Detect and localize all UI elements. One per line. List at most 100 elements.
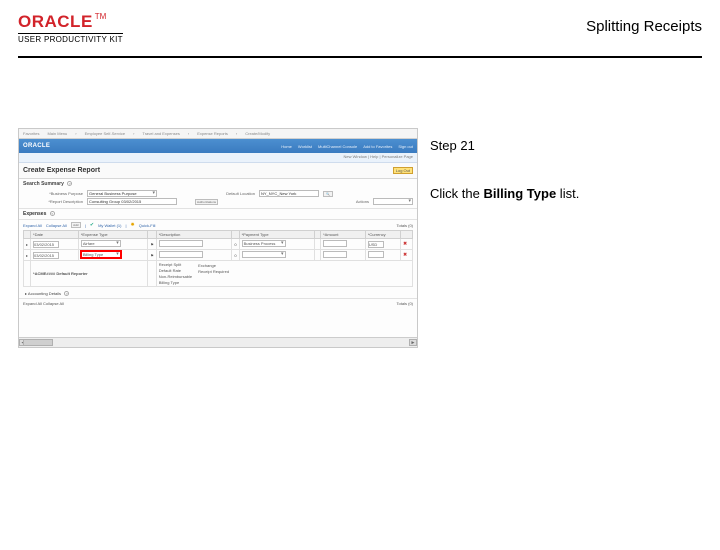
page-title: Splitting Receipts <box>586 18 702 35</box>
wallet-icon: ✔ <box>90 222 94 228</box>
report-description-label: *Report Description <box>23 199 83 204</box>
instruction-prefix: Click the <box>430 186 483 201</box>
side-link[interactable]: Non-Reimbursable <box>159 274 192 279</box>
payment-type-dropdown[interactable]: Business Process <box>242 240 286 247</box>
col-currency: *Currency <box>365 231 400 239</box>
toolbar-link[interactable]: Quick-Fill <box>139 223 156 228</box>
breadcrumb-item[interactable]: Create/Modify <box>245 131 270 136</box>
app-topbar: ORACLE Home Worklist MultiChannel Consol… <box>19 139 417 153</box>
topbar-link[interactable]: Home <box>281 144 292 149</box>
instruction-suffix: list. <box>556 186 579 201</box>
currency-input[interactable] <box>368 251 384 258</box>
breadcrumb-item[interactable]: Employee Self-Service <box>85 131 125 136</box>
footer-totals: Totals (0) <box>397 301 413 306</box>
table-row: ▸ 03/02/2015 Airfare ⚑ 0 Business Proces… <box>24 239 413 250</box>
table-toolbar: Expand All Collapse All Add | ✔ My Walle… <box>23 222 413 228</box>
help-icon[interactable]: ? <box>50 211 55 216</box>
report-description-input[interactable]: Consulting Group 03/02/2015 <box>87 198 177 205</box>
business-purpose-dropdown[interactable]: General Business Purpose <box>87 190 157 197</box>
horizontal-scrollbar[interactable]: ◄ ► <box>19 337 417 347</box>
date-input[interactable]: 03/02/2015 <box>33 241 59 248</box>
currency-input[interactable]: USD <box>368 241 384 248</box>
quickfill-icon: ✹ <box>131 222 135 228</box>
summary-row: *ACME#### Default Reporter Receipt Split… <box>24 261 413 287</box>
authorizations-button[interactable]: Authorizations <box>195 199 218 205</box>
brand-subtitle: USER PRODUCTIVITY KIT <box>18 33 123 44</box>
default-location-input[interactable]: NY_NYC_New York <box>259 190 319 197</box>
expense-type-dropdown[interactable]: Airfare <box>81 240 121 247</box>
side-link[interactable]: Default Rate <box>159 268 192 273</box>
expense-table-wrap: Expand All Collapse All Add | ✔ My Walle… <box>19 220 417 289</box>
delete-row-icon[interactable]: ✖ <box>403 241 407 247</box>
toolbar-link[interactable]: My Wallet (1) <box>98 223 121 228</box>
add-row-button[interactable]: Add <box>71 222 81 228</box>
flag-icon[interactable]: ⚑ <box>148 250 157 261</box>
expense-table: *Date *Expense Type *Description *Paymen… <box>23 230 413 287</box>
instruction-panel: Step 21 Click the Billing Type list. <box>430 128 700 348</box>
col-flag <box>148 231 157 239</box>
description-input[interactable] <box>159 251 203 258</box>
table-header-row: *Date *Expense Type *Description *Paymen… <box>24 231 413 239</box>
topbar-link[interactable]: Worklist <box>298 144 312 149</box>
logout-button[interactable]: Log Out <box>393 167 413 174</box>
col-count <box>232 231 239 239</box>
col-date: *Date <box>31 231 79 239</box>
section-title: Search Summary <box>23 181 64 187</box>
payment-type-dropdown[interactable] <box>242 251 286 258</box>
toolbar-link[interactable]: Collapse All <box>46 223 67 228</box>
side-link[interactable]: Receipt Required <box>198 269 229 274</box>
scroll-right-icon[interactable]: ► <box>409 339 417 346</box>
section-footer: Expand All Collapse All Totals (0) <box>19 298 417 308</box>
breadcrumb-item[interactable]: Main Menu <box>47 131 67 136</box>
delete-row-icon[interactable]: ✖ <box>403 252 407 258</box>
help-icon[interactable]: ? <box>67 181 72 186</box>
amount-input[interactable] <box>323 240 347 247</box>
side-link[interactable]: Exchange <box>198 263 229 268</box>
expenses-section: Expenses ? <box>19 209 417 220</box>
breadcrumb-bar: Favorites Main Menu› Employee Self-Servi… <box>19 129 417 139</box>
topbar-link[interactable]: MultiChannel Console <box>318 144 357 149</box>
footer-links[interactable]: Expand All Collapse All <box>23 301 64 306</box>
expand-icon[interactable]: ▸ <box>24 239 31 250</box>
col-description: *Description <box>156 231 232 239</box>
amount-input[interactable] <box>323 251 347 258</box>
col-expand <box>24 231 31 239</box>
topbar-menu: Home Worklist MultiChannel Console Add t… <box>281 144 413 149</box>
side-link[interactable]: Receipt Split <box>159 262 192 267</box>
col-payment-type: *Payment Type <box>239 231 315 239</box>
toolbar-link[interactable]: Expand All <box>23 223 42 228</box>
topbar-link[interactable]: Add to Favorites <box>363 144 392 149</box>
side-link[interactable]: Billing Type <box>159 280 192 285</box>
lookup-icon[interactable]: 🔍 <box>323 191 333 197</box>
flag-icon[interactable]: ⚑ <box>148 239 157 250</box>
scroll-thumb[interactable] <box>23 339 53 346</box>
search-summary-section: Search Summary ? *Business Purpose Gener… <box>19 179 417 209</box>
totals-label: Totals (0) <box>397 223 413 228</box>
page-header: ORACLETM USER PRODUCTIVITY KIT Splitting… <box>18 10 702 58</box>
actions-dropdown[interactable] <box>373 198 413 205</box>
business-purpose-label: *Business Purpose <box>23 191 83 196</box>
description-input[interactable] <box>159 240 203 247</box>
subbar-links[interactable]: New Window | Help | Personalize Page <box>344 154 413 159</box>
default-location-label: Default Location <box>195 191 255 196</box>
breadcrumb-item[interactable]: Travel and Expenses <box>142 131 179 136</box>
step-label: Step 21 <box>430 136 700 156</box>
expand-icon[interactable]: ▸ <box>24 250 31 261</box>
billing-type-dropdown[interactable]: Billing Type <box>81 251 121 258</box>
instruction-target: Billing Type <box>483 186 556 201</box>
topbar-link[interactable]: Sign out <box>398 144 413 149</box>
breadcrumb-item[interactable]: Expense Reports <box>197 131 228 136</box>
col-expense-type: *Expense Type <box>78 231 147 239</box>
screenshot-panel: Favorites Main Menu› Employee Self-Servi… <box>18 128 418 348</box>
sub-header-bar: New Window | Help | Personalize Page <box>19 153 417 163</box>
table-row: ▸ 03/02/2015 Billing Type ⚑ 0 ✖ <box>24 250 413 261</box>
report-title-bar: Create Expense Report Log Out <box>19 163 417 179</box>
brand-main: ORACLE <box>18 12 93 31</box>
accounting-details-link[interactable]: ▸ Accounting Details ? <box>19 289 417 298</box>
date-input[interactable]: 03/02/2015 <box>33 252 59 259</box>
breadcrumb-item[interactable]: Favorites <box>23 131 39 136</box>
app-screenshot: Favorites Main Menu› Employee Self-Servi… <box>18 128 418 348</box>
brand-tm: TM <box>95 12 107 21</box>
col-amount: *Amount <box>321 231 366 239</box>
help-icon[interactable]: ? <box>64 291 69 296</box>
